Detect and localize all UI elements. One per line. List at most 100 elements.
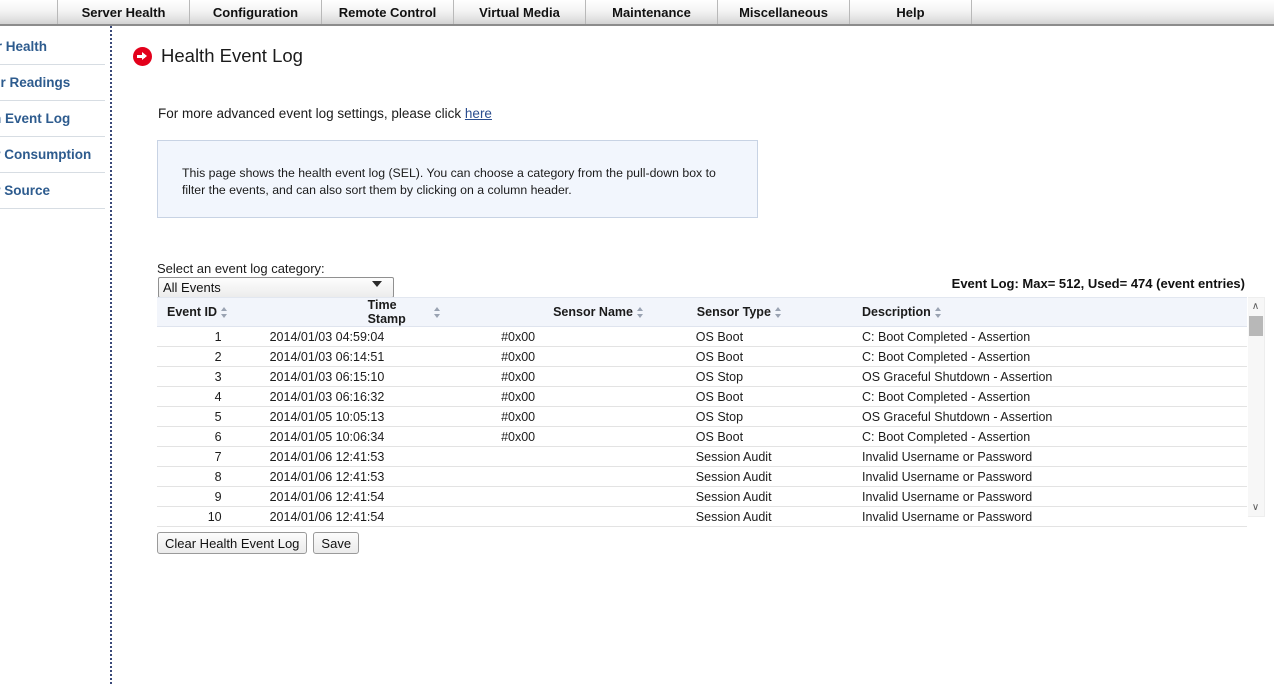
nav-right-spacer: [972, 0, 1274, 24]
top-navigation-bar: Server Health Configuration Remote Control…: [0, 0, 1274, 26]
table-row[interactable]: 4 2014/01/03 06:16:32 #0x00 OS Boot C: Boot …: [157, 386, 1247, 407]
column-header-inner: Time Stamp: [368, 298, 441, 326]
column-header-inner: Sensor Type: [697, 305, 782, 319]
column-header-label: Description: [862, 305, 931, 319]
cell-sensor-type: Session Audit: [677, 446, 845, 467]
nav-tab-remote-control[interactable]: Remote Control: [322, 0, 454, 24]
cell-sensor-type: Session Audit: [677, 466, 845, 487]
column-header-label: Event ID: [167, 305, 218, 319]
column-header-id[interactable]: Event ID: [157, 297, 240, 327]
cell-sensor-name: #0x00: [441, 406, 678, 427]
cell-timestamp: 2014/01/05 10:06:34: [239, 426, 442, 447]
nav-tab-miscellaneous[interactable]: Miscellaneous: [718, 0, 850, 24]
page-title-text: Health Event Log: [161, 45, 303, 66]
sidebar-divider: [110, 26, 112, 684]
table-row[interactable]: 6 2014/01/05 10:06:34 #0x00 OS Boot C: Boot …: [157, 426, 1247, 447]
red-circle-arrow-icon: [133, 46, 152, 66]
cell-sensor-name: [441, 446, 678, 467]
cell-sensor-type: OS Boot: [677, 346, 845, 367]
sort-toggle-icon[interactable]: [636, 306, 644, 318]
scroll-down-arrow-icon[interactable]: ∨: [1248, 499, 1263, 516]
column-header-inner: Description: [862, 305, 942, 319]
advanced-settings-line: For more advanced event log settings, pl…: [158, 106, 492, 121]
cell-id: 5: [157, 406, 240, 427]
cell-description: C: Boot Completed - Assertion: [844, 386, 1247, 407]
category-select-label: Select an event log category:: [157, 261, 325, 276]
table-row[interactable]: 8 2014/01/06 12:41:53 Session Audit Invalid…: [157, 466, 1247, 487]
nav-tab-configuration[interactable]: Configuration: [190, 0, 322, 24]
cell-description: Invalid Username or Password: [844, 506, 1247, 527]
column-header-sensor-name[interactable]: Sensor Name: [441, 297, 678, 327]
info-panel-text: This page shows the health event log (SE…: [182, 166, 716, 197]
table-scrollbar[interactable]: ∧ ∨: [1248, 297, 1265, 517]
sidebar-item-label: Power Consumption: [0, 147, 92, 162]
event-log-table-body: 1 2014/01/03 04:59:04 #0x00 OS Boot C: Boot …: [157, 326, 1247, 527]
sidebar-menu: Server Health Sensor Readings Health Event…: [0, 28, 105, 209]
table-row[interactable]: 5 2014/01/05 10:05:13 #0x00 OS Stop OS Grace…: [157, 406, 1247, 427]
cell-id: 4: [157, 386, 240, 407]
info-panel: This page shows the health event log (SE…: [157, 140, 758, 218]
column-header-description[interactable]: Description: [844, 297, 1247, 327]
nav-tabs: Server Health Configuration Remote Control…: [58, 0, 972, 24]
cell-id: 8: [157, 466, 240, 487]
scrollbar-thumb[interactable]: [1249, 316, 1263, 336]
sidebar-item-sensor-readings[interactable]: Sensor Readings: [0, 65, 105, 101]
cell-sensor-type: OS Boot: [677, 386, 845, 407]
cell-sensor-name: [441, 466, 678, 487]
sort-toggle-icon[interactable]: [434, 306, 441, 318]
event-log-status: Event Log: Max= 512, Used= 474 (event en…: [951, 276, 1245, 291]
sort-toggle-icon[interactable]: [221, 306, 228, 318]
event-log-table: Event ID Time Stamp Sensor Name Sensor Type…: [157, 297, 1247, 527]
cell-description: OS Graceful Shutdown - Assertion: [844, 406, 1247, 427]
save-button[interactable]: Save: [313, 532, 360, 554]
column-header-label: Sensor Name: [553, 305, 633, 319]
table-row[interactable]: 2 2014/01/03 06:14:51 #0x00 OS Boot C: Boot …: [157, 346, 1247, 367]
cell-description: C: Boot Completed - Assertion: [844, 326, 1247, 347]
scroll-up-arrow-icon[interactable]: ∧: [1248, 298, 1263, 315]
cell-timestamp: 2014/01/06 12:41:53: [239, 466, 442, 487]
table-row[interactable]: 7 2014/01/06 12:41:53 Session Audit Invalid…: [157, 446, 1247, 467]
cell-sensor-name: #0x00: [441, 366, 678, 387]
cell-sensor-type: OS Stop: [677, 366, 845, 387]
column-header-sensor-type[interactable]: Sensor Type: [677, 297, 845, 327]
sidebar-item-power-consumption[interactable]: Power Consumption: [0, 137, 105, 173]
nav-tab-server-health[interactable]: Server Health: [58, 0, 190, 24]
cell-timestamp: 2014/01/06 12:41:54: [239, 506, 442, 527]
clear-health-event-log-button[interactable]: Clear Health Event Log: [157, 532, 308, 554]
nav-tab-virtual-media[interactable]: Virtual Media: [454, 0, 586, 24]
cell-description: Invalid Username or Password: [844, 466, 1247, 487]
nav-tab-help[interactable]: Help: [850, 0, 972, 24]
column-header-inner: Sensor Name: [553, 305, 644, 319]
cell-timestamp: 2014/01/03 06:15:10: [239, 366, 442, 387]
nav-tab-maintenance[interactable]: Maintenance: [586, 0, 718, 24]
advanced-settings-link[interactable]: here: [465, 106, 492, 121]
sidebar-item-power-source[interactable]: Power Source: [0, 173, 105, 209]
cell-id: 9: [157, 486, 240, 507]
page-title: Health Event Log: [133, 45, 303, 67]
cell-sensor-type: Session Audit: [677, 486, 845, 507]
sidebar-item-label: Sensor Readings: [0, 75, 71, 90]
table-row[interactable]: 9 2014/01/06 12:41:54 Session Audit Invalid…: [157, 486, 1247, 507]
sidebar-item-server-health[interactable]: Server Health: [0, 29, 105, 65]
cell-timestamp: 2014/01/03 04:59:04: [239, 326, 442, 347]
sort-toggle-icon[interactable]: [934, 306, 942, 318]
table-row[interactable]: 10 2014/01/06 12:41:54 Session Audit Invali…: [157, 506, 1247, 527]
sidebar-item-label: Server Health: [0, 39, 48, 54]
advanced-settings-text: For more advanced event log settings, pl…: [158, 106, 465, 121]
table-row[interactable]: 3 2014/01/03 06:15:10 #0x00 OS Stop OS Grace…: [157, 366, 1247, 387]
cell-sensor-name: #0x00: [441, 386, 678, 407]
category-select[interactable]: All Events: [158, 277, 394, 298]
cell-sensor-type: OS Boot: [677, 426, 845, 447]
table-row[interactable]: 1 2014/01/03 04:59:04 #0x00 OS Boot C: Boot …: [157, 326, 1247, 347]
main-content: Health Event Log For more advanced event…: [124, 26, 1274, 684]
cell-description: C: Boot Completed - Assertion: [844, 346, 1247, 367]
sidebar-item-label: Health Event Log: [0, 111, 71, 126]
column-header-timestamp[interactable]: Time Stamp: [239, 297, 442, 327]
cell-id: 7: [157, 446, 240, 467]
cell-description: OS Graceful Shutdown - Assertion: [844, 366, 1247, 387]
cell-timestamp: 2014/01/06 12:41:54: [239, 486, 442, 507]
cell-id: 3: [157, 366, 240, 387]
sidebar-item-health-event-log[interactable]: Health Event Log: [0, 101, 105, 137]
cell-id: 2: [157, 346, 240, 367]
sort-toggle-icon[interactable]: [774, 306, 782, 318]
